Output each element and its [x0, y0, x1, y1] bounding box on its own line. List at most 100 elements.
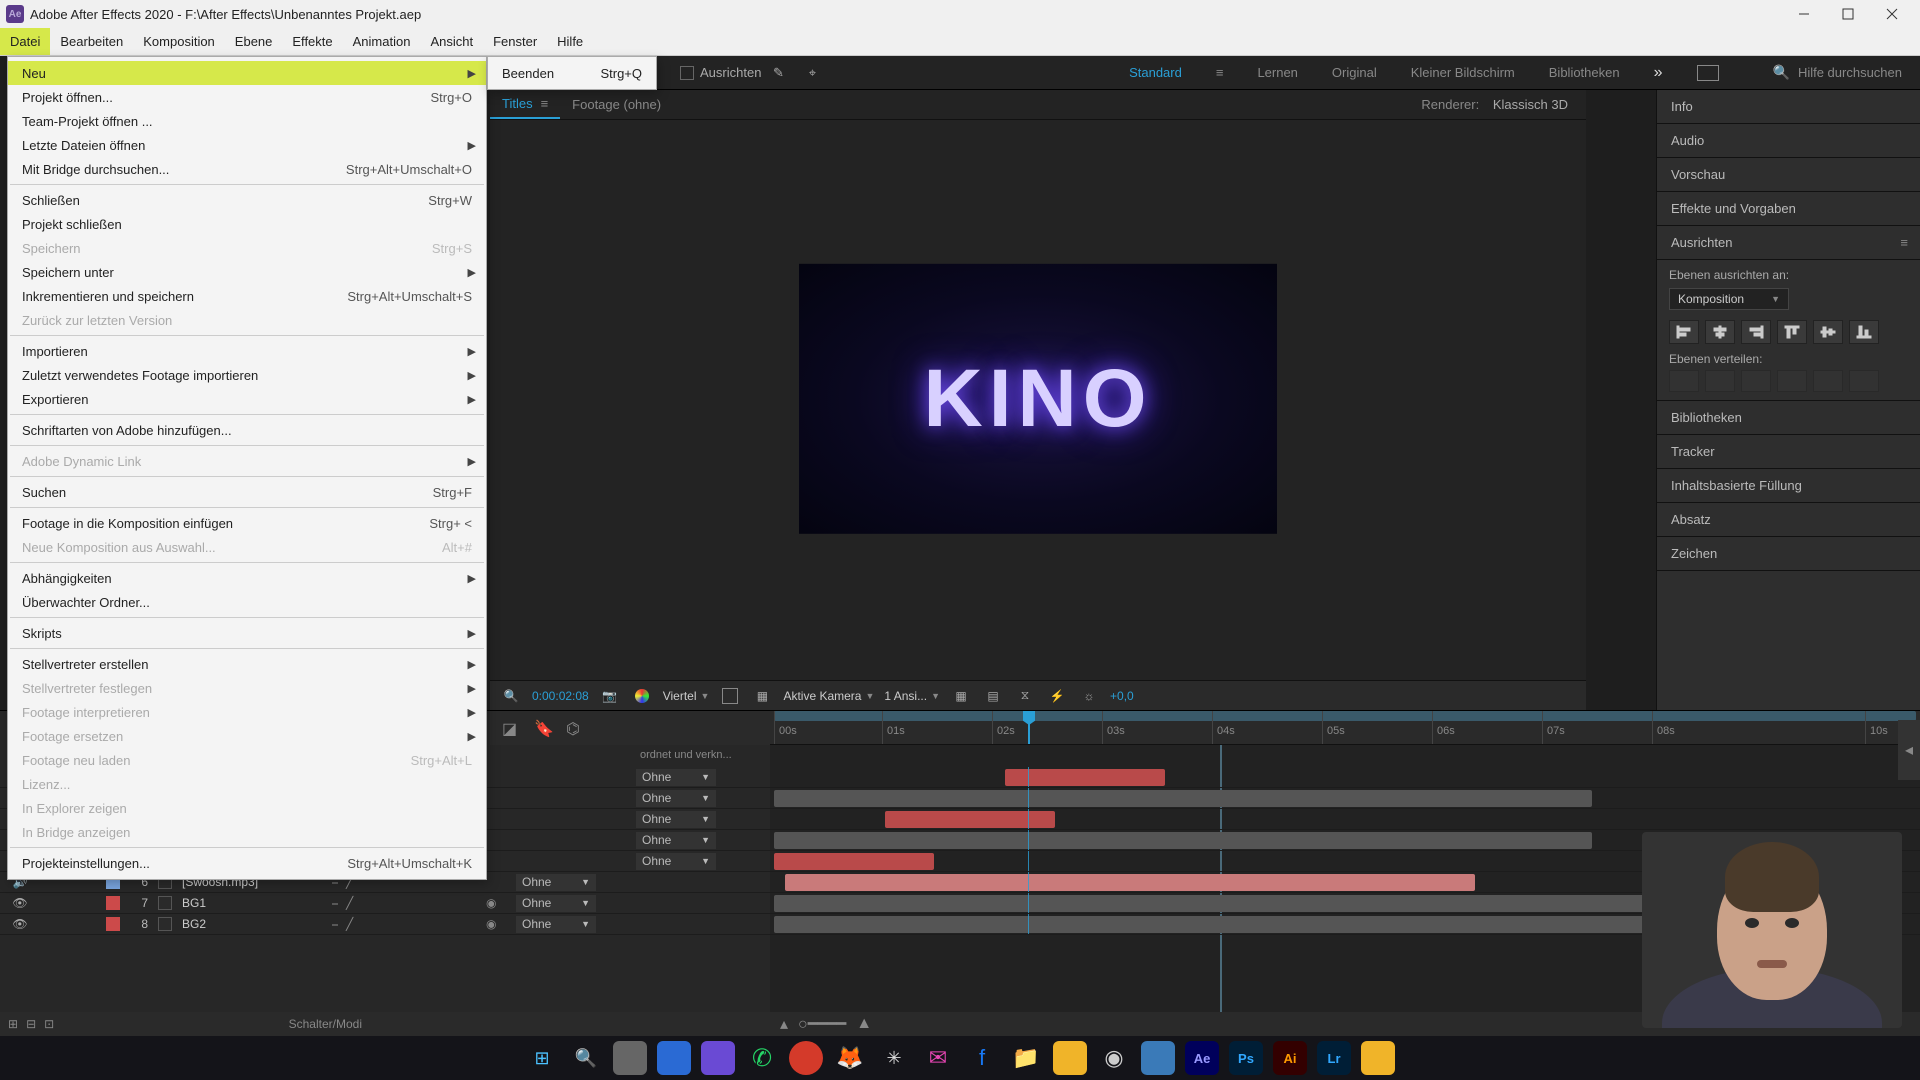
workspace-standard[interactable]: Standard: [1129, 65, 1182, 80]
menu-item[interactable]: Inkrementieren und speichernStrg+Alt+Ums…: [8, 284, 486, 308]
playhead[interactable]: [1028, 711, 1030, 744]
clip[interactable]: [885, 811, 1055, 828]
taskview-icon[interactable]: [613, 1041, 647, 1075]
exposure-value[interactable]: +0,0: [1110, 689, 1134, 703]
tab-menu-icon[interactable]: ≡: [541, 96, 549, 111]
snap-toggle[interactable]: Ausrichten: [680, 65, 761, 80]
panel-bibliotheken[interactable]: Bibliotheken: [1657, 401, 1920, 435]
panel-inhaltsbasierte[interactable]: Inhaltsbasierte Füllung: [1657, 469, 1920, 503]
eye-icon[interactable]: 👁: [0, 896, 40, 910]
parent-dropdown[interactable]: Ohne▼: [516, 874, 596, 891]
menu-item[interactable]: Abhängigkeiten▶: [8, 566, 486, 590]
widgets-icon[interactable]: [657, 1041, 691, 1075]
panel-ausrichten-header[interactable]: Ausrichten ≡: [1657, 226, 1920, 260]
eye-icon[interactable]: 👁: [0, 917, 40, 931]
parent-dropdown[interactable]: Ohne▼: [636, 832, 716, 849]
menu-fenster[interactable]: Fenster: [483, 28, 547, 55]
graph-icon[interactable]: ⌬: [566, 719, 584, 737]
minimize-button[interactable]: [1782, 0, 1826, 28]
menu-item[interactable]: SuchenStrg+F: [8, 480, 486, 504]
fast-preview-icon[interactable]: ⚡: [1046, 685, 1068, 707]
panel-audio[interactable]: Audio: [1657, 124, 1920, 158]
align-top-button[interactable]: [1777, 320, 1807, 344]
menu-datei[interactable]: Datei: [0, 28, 50, 55]
menu-item[interactable]: Speichern unter▶: [8, 260, 486, 284]
channels-icon[interactable]: [631, 685, 653, 707]
menu-item[interactable]: Neu▶: [8, 61, 486, 85]
preview-canvas[interactable]: KINO: [799, 264, 1277, 534]
workspace-original[interactable]: Original: [1332, 65, 1377, 80]
menu-item[interactable]: Importieren▶: [8, 339, 486, 363]
workspace-kleiner[interactable]: Kleiner Bildschirm: [1411, 65, 1515, 80]
align-hcenter-button[interactable]: [1705, 320, 1735, 344]
parent-dropdown[interactable]: Ohne▼: [636, 811, 716, 828]
parent-dropdown[interactable]: Ohne▼: [636, 769, 716, 786]
align-bottom-button[interactable]: [1849, 320, 1879, 344]
help-search[interactable]: 🔍 Hilfe durchsuchen: [1773, 64, 1903, 81]
guides-icon[interactable]: ▤: [982, 685, 1004, 707]
menu-item[interactable]: Skripts▶: [8, 621, 486, 645]
work-area-bar[interactable]: [774, 711, 1916, 721]
panel-zeichen[interactable]: Zeichen: [1657, 537, 1920, 571]
track-row[interactable]: [770, 809, 1920, 830]
app-icon-1[interactable]: ✳: [877, 1041, 911, 1075]
menu-item[interactable]: Exportieren▶: [8, 387, 486, 411]
menu-item[interactable]: Footage in die Komposition einfügenStrg+…: [8, 511, 486, 535]
menu-item[interactable]: Mit Bridge durchsuchen...Strg+Alt+Umscha…: [8, 157, 486, 181]
firefox-icon[interactable]: 🦊: [833, 1041, 867, 1075]
tab-titles[interactable]: Titles≡: [490, 90, 560, 119]
menu-ebene[interactable]: Ebene: [225, 28, 283, 55]
audio-icon[interactable]: ◉: [486, 896, 516, 910]
label-color[interactable]: [106, 917, 120, 931]
side-toggle-strip[interactable]: ◂: [1898, 720, 1920, 780]
menu-item[interactable]: Projekt öffnen...Strg+O: [8, 85, 486, 109]
layer-row[interactable]: 👁7BG1⎯╱◉Ohne▼: [0, 893, 770, 914]
clip[interactable]: [785, 874, 1475, 891]
ai-task-icon[interactable]: Ai: [1273, 1041, 1307, 1075]
parent-dropdown[interactable]: Ohne▼: [636, 790, 716, 807]
messenger-icon[interactable]: ✉: [921, 1041, 955, 1075]
whatsapp-icon[interactable]: ✆: [745, 1041, 779, 1075]
camera-dropdown[interactable]: Aktive Kamera▼: [783, 689, 874, 703]
track-row[interactable]: [770, 767, 1920, 788]
opera-icon[interactable]: [789, 1041, 823, 1075]
workspace-overflow-icon[interactable]: »: [1654, 64, 1663, 82]
panel-effekte[interactable]: Effekte und Vorgaben: [1657, 192, 1920, 226]
maximize-button[interactable]: [1826, 0, 1870, 28]
menu-hilfe[interactable]: Hilfe: [547, 28, 593, 55]
parent-dropdown[interactable]: Ohne▼: [516, 916, 596, 933]
clip[interactable]: [774, 790, 1592, 807]
parent-dropdown[interactable]: Ohne▼: [636, 853, 716, 870]
renderer-display[interactable]: Renderer: Klassisch 3D: [1421, 97, 1586, 112]
tab-footage[interactable]: Footage (ohne): [560, 90, 673, 119]
frame-blend-icon[interactable]: ⊟: [26, 1017, 36, 1031]
obs-icon[interactable]: ◉: [1097, 1041, 1131, 1075]
menu-ansicht[interactable]: Ansicht: [420, 28, 483, 55]
menu-item[interactable]: Letzte Dateien öffnen▶: [8, 133, 486, 157]
mask-icon[interactable]: ▦: [751, 685, 773, 707]
snapshot-icon[interactable]: 📷: [599, 685, 621, 707]
layer-name[interactable]: BG2: [182, 917, 332, 931]
panel-info[interactable]: Info: [1657, 90, 1920, 124]
app-icon-4[interactable]: [1361, 1041, 1395, 1075]
menu-komposition[interactable]: Komposition: [133, 28, 225, 55]
track-row[interactable]: [770, 788, 1920, 809]
zoom-in-icon[interactable]: ▲: [856, 1015, 872, 1033]
menu-item[interactable]: Schriftarten von Adobe hinzufügen...: [8, 418, 486, 442]
clip[interactable]: [774, 832, 1592, 849]
views-dropdown[interactable]: 1 Ansi...▼: [884, 689, 940, 703]
zoom-out-icon[interactable]: ▴: [780, 1014, 788, 1034]
magnify-icon[interactable]: 🔍: [500, 685, 522, 707]
workspace-reset-icon[interactable]: [1697, 65, 1719, 81]
align-left-button[interactable]: [1669, 320, 1699, 344]
menu-item[interactable]: Zuletzt verwendetes Footage importieren▶: [8, 363, 486, 387]
ps-task-icon[interactable]: Ps: [1229, 1041, 1263, 1075]
menu-item[interactable]: Projekteinstellungen...Strg+Alt+Umschalt…: [8, 851, 486, 875]
shy-icon[interactable]: ◪: [502, 719, 520, 737]
menu-effekte[interactable]: Effekte: [282, 28, 342, 55]
snap-edge-icon[interactable]: ✎: [767, 62, 789, 84]
menu-item[interactable]: Überwachter Ordner...: [8, 590, 486, 614]
layer-name[interactable]: BG1: [182, 896, 332, 910]
quality-dropdown[interactable]: Viertel▼: [663, 689, 710, 703]
layer-row[interactable]: 👁8BG2⎯╱◉Ohne▼: [0, 914, 770, 935]
